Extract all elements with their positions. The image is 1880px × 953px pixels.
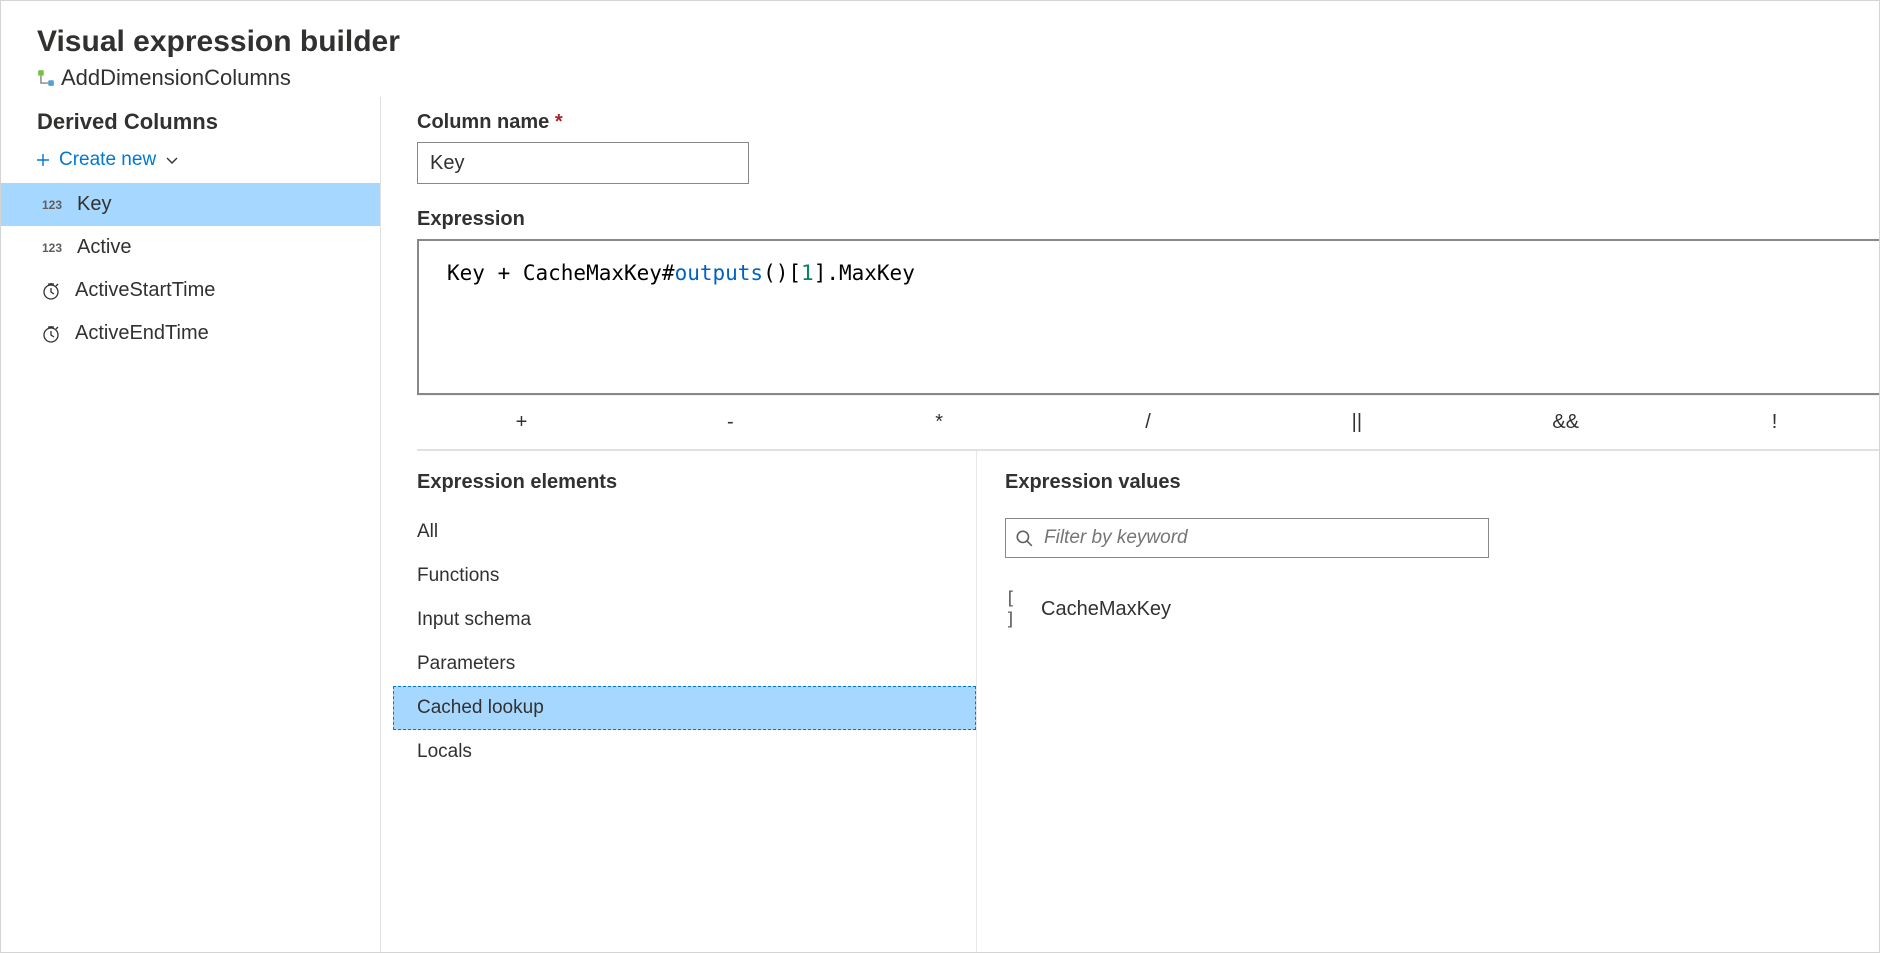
page-title: Visual expression builder <box>37 25 1843 59</box>
required-indicator: * <box>555 111 563 133</box>
column-item-label: ActiveEndTime <box>75 322 209 345</box>
column-item[interactable]: 123 Key <box>1 183 380 226</box>
column-name-input[interactable] <box>417 142 749 184</box>
create-new-label: Create new <box>59 149 156 171</box>
expression-values-panel: Expression values [ ] CacheMaxKey <box>977 451 1879 952</box>
bottom-panels: Expression elements AllFunctionsInput sc… <box>417 451 1879 952</box>
column-name-label: Column name * <box>417 111 1879 134</box>
search-icon <box>1015 529 1033 547</box>
subtitle-text: AddDimensionColumns <box>61 65 291 91</box>
values-heading: Expression values <box>1005 471 1859 510</box>
main-panel: Column name * Expression Key + CacheMaxK… <box>381 97 1879 952</box>
derived-columns-list: 123 Key 123 Active ActiveStartTime ActiveEndT… <box>1 183 380 355</box>
element-category-item[interactable]: Parameters <box>417 642 976 686</box>
column-item[interactable]: ActiveStartTime <box>1 269 380 312</box>
expression-elements-panel: Expression elements AllFunctionsInput sc… <box>417 451 977 952</box>
operator-button[interactable]: / <box>1044 401 1253 444</box>
array-icon: [ ] <box>1005 588 1027 630</box>
create-new-button[interactable]: Create new <box>1 143 380 183</box>
values-list: [ ] CacheMaxKey <box>1005 582 1859 636</box>
expr-number: 1 <box>801 261 814 285</box>
column-item-label: Key <box>77 193 111 216</box>
column-item-label: Active <box>77 236 131 259</box>
column-item[interactable]: 123 Active <box>1 226 380 269</box>
filter-wrapper <box>1005 518 1489 558</box>
element-category-item[interactable]: All <box>417 510 976 554</box>
expr-text-3: ].MaxKey <box>814 261 915 285</box>
operator-button[interactable]: || <box>1252 401 1461 444</box>
operator-button[interactable]: && <box>1461 401 1670 444</box>
expr-keyword: outputs <box>675 261 764 285</box>
expression-label: Expression <box>417 208 1879 231</box>
clock-icon <box>41 281 61 301</box>
chevron-down-icon <box>164 152 180 168</box>
sidebar-heading: Derived Columns <box>1 105 380 143</box>
app-frame: Visual expression builder AddDimensionCo… <box>0 0 1880 953</box>
operator-button[interactable]: ! <box>1670 401 1879 444</box>
elements-heading: Expression elements <box>417 471 976 510</box>
operator-button[interactable]: * <box>835 401 1044 444</box>
type-badge-number: 123 <box>41 198 63 212</box>
subtitle-row: AddDimensionColumns <box>37 65 1843 91</box>
operator-button[interactable]: + <box>417 401 626 444</box>
elements-list: AllFunctionsInput schemaParametersCached… <box>417 510 976 774</box>
sidebar: Derived Columns Create new 123 Key 123 Acti… <box>1 97 381 952</box>
expression-editor[interactable]: Key + CacheMaxKey#outputs()[1].MaxKey <box>417 239 1879 395</box>
column-item[interactable]: ActiveEndTime <box>1 312 380 355</box>
element-category-item[interactable]: Functions <box>417 554 976 598</box>
expr-text-2: ()[ <box>763 261 801 285</box>
expr-text-1: Key + CacheMaxKey# <box>447 261 675 285</box>
value-label: CacheMaxKey <box>1041 598 1171 621</box>
type-badge-number: 123 <box>41 241 63 255</box>
operator-row: +-*/||&&! <box>417 395 1879 451</box>
operator-button[interactable]: - <box>626 401 835 444</box>
header: Visual expression builder AddDimensionCo… <box>1 1 1879 97</box>
plus-icon <box>35 152 51 168</box>
column-item-label: ActiveStartTime <box>75 279 215 302</box>
element-category-item[interactable]: Input schema <box>417 598 976 642</box>
filter-input[interactable] <box>1005 518 1489 558</box>
dataflow-icon <box>37 69 55 87</box>
element-category-item[interactable]: Cached lookup <box>393 686 976 730</box>
element-category-item[interactable]: Locals <box>417 730 976 774</box>
body: Derived Columns Create new 123 Key 123 Acti… <box>1 97 1879 952</box>
clock-icon <box>41 324 61 344</box>
expression-value-item[interactable]: [ ] CacheMaxKey <box>1005 582 1859 636</box>
